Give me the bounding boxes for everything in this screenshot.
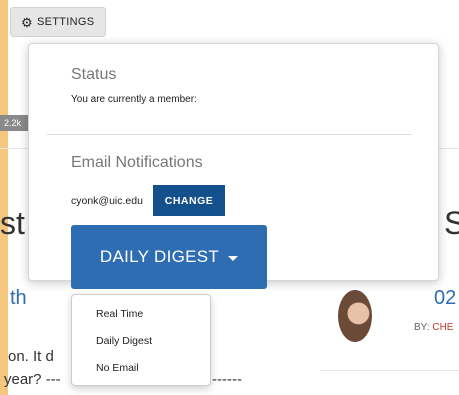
option-real-time[interactable]: Real Time bbox=[96, 308, 143, 320]
digest-options-menu: Real Time Daily Digest No Email bbox=[71, 294, 211, 386]
settings-panel: Status You are currently a member: Email… bbox=[28, 43, 439, 289]
status-heading: Status bbox=[71, 66, 117, 83]
background-divider bbox=[320, 370, 459, 371]
email-notifications-heading: Email Notifications bbox=[71, 154, 203, 171]
option-daily-digest[interactable]: Daily Digest bbox=[96, 335, 152, 347]
gear-icon: ⚙ bbox=[21, 14, 33, 30]
author-byline: BY: CHE bbox=[414, 322, 453, 333]
background-heading-right: S bbox=[444, 205, 459, 241]
settings-label: SETTINGS bbox=[36, 16, 95, 28]
digest-label: DAILY DIGEST bbox=[99, 247, 220, 266]
caret-down-icon bbox=[228, 255, 239, 261]
by-label: BY: bbox=[414, 322, 430, 333]
background-heading-left: st bbox=[0, 205, 25, 241]
status-text: You are currently a member: bbox=[71, 94, 197, 105]
settings-button[interactable]: ⚙ SETTINGS bbox=[10, 7, 106, 37]
background-text-line-2: year? --- bbox=[4, 371, 61, 388]
author-name[interactable]: CHE bbox=[432, 322, 453, 333]
author-avatar[interactable] bbox=[338, 290, 372, 342]
background-text-line-2-right: ------ bbox=[212, 371, 242, 388]
background-text-line-1: on. It d bbox=[8, 348, 54, 365]
change-email-button[interactable]: CHANGE bbox=[153, 185, 225, 216]
option-no-email[interactable]: No Email bbox=[96, 362, 139, 374]
page-edge-strip bbox=[0, 0, 8, 395]
email-address: cyonk@uic.edu bbox=[71, 195, 143, 207]
digest-frequency-dropdown[interactable]: DAILY DIGEST bbox=[71, 225, 267, 289]
panel-divider bbox=[47, 134, 412, 135]
background-link-right[interactable]: 02 bbox=[434, 287, 456, 310]
background-link-left[interactable]: th bbox=[10, 287, 27, 310]
